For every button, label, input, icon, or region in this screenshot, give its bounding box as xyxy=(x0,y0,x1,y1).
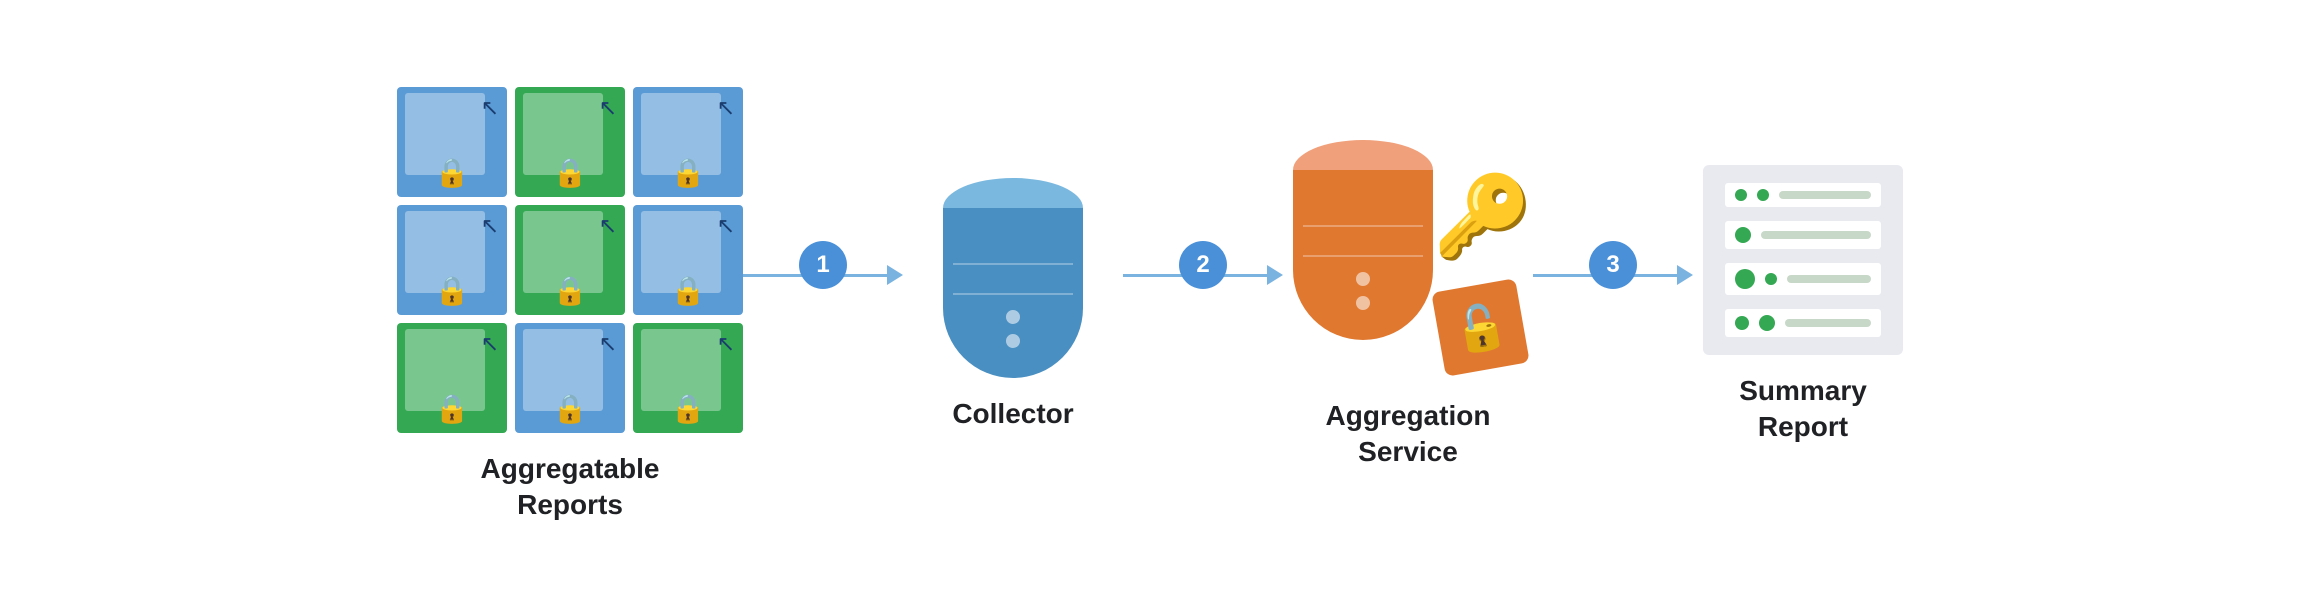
cyl-line-orange xyxy=(1303,225,1423,227)
cursor-icon: ↖ xyxy=(481,213,499,239)
sr-row-4 xyxy=(1725,309,1881,337)
step-3-circle: 3 xyxy=(1589,241,1637,289)
reports-grid: ↖ 🔒 ↖ 🔒 ↖ 🔒 ↖ 🔒 ↖ 🔒 ↖ 🔒 xyxy=(397,87,743,433)
aggregation-cylinder xyxy=(1293,140,1433,340)
cyl-dot xyxy=(1006,310,1020,324)
report-card-3: ↖ 🔒 xyxy=(633,87,743,197)
step-2-circle: 2 xyxy=(1179,241,1227,289)
cyl-dots-orange xyxy=(1356,272,1370,310)
lock-icon: 🔒 xyxy=(435,392,470,425)
cursor-icon: ↖ xyxy=(599,213,617,239)
cursor-icon: ↖ xyxy=(599,331,617,357)
lock-icon: 🔒 xyxy=(553,156,588,189)
sr-dot-5 xyxy=(1765,273,1777,285)
aggregation-service-node: 🔑 🔓 Aggregation Service xyxy=(1283,140,1533,471)
aggregatable-reports-label: Aggregatable Reports xyxy=(481,451,660,524)
collector-cylinder xyxy=(943,178,1083,378)
sr-bar-1 xyxy=(1779,191,1871,199)
lock-icon: 🔒 xyxy=(435,274,470,307)
connector-3: 3 xyxy=(1533,265,1693,285)
cursor-icon: ↖ xyxy=(481,95,499,121)
report-card-4: ↖ 🔒 xyxy=(397,205,507,315)
key-icon: 🔑 xyxy=(1433,170,1533,264)
report-card-2: ↖ 🔒 xyxy=(515,87,625,197)
sr-row-2 xyxy=(1725,221,1881,249)
sr-dot-1 xyxy=(1735,189,1747,201)
report-card-8: ↖ 🔒 xyxy=(515,323,625,433)
summary-report-node: Summary Report xyxy=(1693,165,1913,446)
lock-icon: 🔒 xyxy=(435,156,470,189)
report-card-5: ↖ 🔒 xyxy=(515,205,625,315)
sr-dot-2 xyxy=(1757,189,1769,201)
step-1-circle: 1 xyxy=(799,241,847,289)
arrow-head-1 xyxy=(887,265,903,285)
cursor-icon: ↖ xyxy=(717,213,735,239)
cyl-lines xyxy=(943,263,1083,295)
summary-report-visual xyxy=(1703,165,1903,355)
connector-1: 1 xyxy=(743,265,903,285)
lock-open-icon: 🔓 xyxy=(1449,297,1512,358)
cyl-line xyxy=(953,263,1073,265)
report-card-9: ↖ 🔒 xyxy=(633,323,743,433)
arrow-head-3 xyxy=(1677,265,1693,285)
lock-box: 🔓 xyxy=(1431,278,1529,376)
cyl-body xyxy=(943,208,1083,378)
sr-bar-3 xyxy=(1787,275,1871,283)
cyl-dot-orange xyxy=(1356,272,1370,286)
sr-row-1 xyxy=(1725,183,1881,207)
aggregation-cluster: 🔑 🔓 xyxy=(1283,140,1533,380)
summary-report-label: Summary Report xyxy=(1739,373,1867,446)
sr-dot-7 xyxy=(1759,315,1775,331)
cursor-icon: ↖ xyxy=(717,331,735,357)
sr-row-3 xyxy=(1725,263,1881,295)
sr-bar-4 xyxy=(1785,319,1871,327)
lock-icon: 🔒 xyxy=(671,392,706,425)
aggregation-service-label: Aggregation Service xyxy=(1326,398,1491,471)
cyl-dot xyxy=(1006,334,1020,348)
sr-dot-4 xyxy=(1735,269,1755,289)
report-card-1: ↖ 🔒 xyxy=(397,87,507,197)
connector-2: 2 xyxy=(1123,265,1283,285)
cyl-dot-orange xyxy=(1356,296,1370,310)
collector-node: Collector xyxy=(903,178,1123,432)
aggregatable-reports-node: ↖ 🔒 ↖ 🔒 ↖ 🔒 ↖ 🔒 ↖ 🔒 ↖ 🔒 xyxy=(397,87,743,524)
cyl-line-orange xyxy=(1303,255,1423,257)
lock-icon: 🔒 xyxy=(671,156,706,189)
sr-dot-3 xyxy=(1735,227,1751,243)
lock-icon: 🔒 xyxy=(553,274,588,307)
report-card-6: ↖ 🔒 xyxy=(633,205,743,315)
lock-icon: 🔒 xyxy=(671,274,706,307)
diagram-container: ↖ 🔒 ↖ 🔒 ↖ 🔒 ↖ 🔒 ↖ 🔒 ↖ 🔒 xyxy=(0,0,2310,610)
collector-label: Collector xyxy=(952,396,1073,432)
report-card-7: ↖ 🔒 xyxy=(397,323,507,433)
cyl-line xyxy=(953,293,1073,295)
sr-dot-6 xyxy=(1735,316,1749,330)
cyl-dots xyxy=(1006,310,1020,348)
cyl-body-orange xyxy=(1293,170,1433,340)
arrow-head-2 xyxy=(1267,265,1283,285)
lock-icon: 🔒 xyxy=(553,392,588,425)
cursor-icon: ↖ xyxy=(481,331,499,357)
cursor-icon: ↖ xyxy=(717,95,735,121)
sr-bar-2 xyxy=(1761,231,1871,239)
cursor-icon: ↖ xyxy=(599,95,617,121)
cyl-lines-orange xyxy=(1293,225,1433,257)
collector-cylinder-wrap xyxy=(943,178,1083,378)
